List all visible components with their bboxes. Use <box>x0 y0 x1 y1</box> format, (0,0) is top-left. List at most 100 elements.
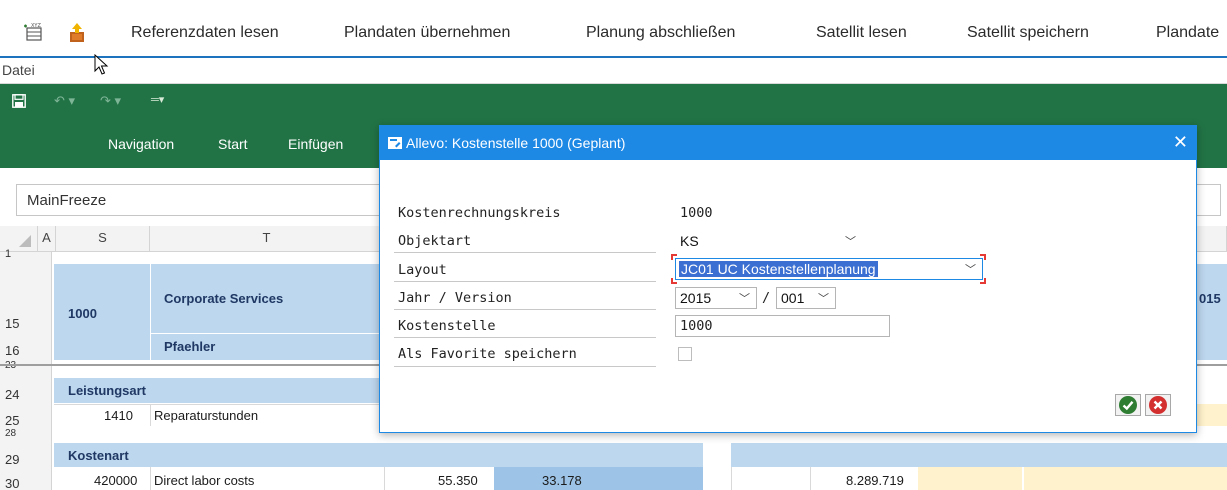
customize-qat-icon[interactable]: ═▾ <box>151 93 164 106</box>
cost-name: Direct labor costs <box>154 473 255 488</box>
header-code: 1000 <box>68 306 97 321</box>
gridline <box>54 404 384 405</box>
satellit-lesen-button[interactable]: Satellit lesen <box>816 24 907 42</box>
row-number[interactable]: 16 <box>0 343 52 358</box>
kostenrechnungskreis-label: Kostenrechnungskreis <box>398 205 561 221</box>
jahr-version-label: Jahr / Version <box>398 290 512 306</box>
header-year-fragment: 015 <box>1199 291 1221 306</box>
planung-abschliessen-button[interactable]: Planung abschließen <box>586 24 735 42</box>
label-underline <box>394 337 656 338</box>
column-header-hidden <box>1197 226 1227 252</box>
column-header-label: S <box>98 230 107 245</box>
cost-code: 420000 <box>94 473 138 488</box>
objektart-value: KS <box>680 233 699 249</box>
chevron-down-icon: ﹀ <box>739 293 750 305</box>
cost-value-blank-cell[interactable] <box>597 467 703 490</box>
mouse-cursor-icon <box>94 53 110 79</box>
activity-code: 1410 <box>104 408 133 423</box>
undo-icon[interactable]: ↶ ▾ <box>54 93 75 109</box>
row-number[interactable]: 24 <box>0 387 52 402</box>
version-value: 001 <box>781 290 805 306</box>
plandaten-truncated-button[interactable]: Plandate <box>1156 24 1219 42</box>
kostenstelle-input[interactable]: 1000 <box>675 315 890 337</box>
required-marker <box>980 254 986 260</box>
objektart-select[interactable]: KS ﹀ <box>675 230 863 252</box>
row-number[interactable]: 15 <box>0 316 52 331</box>
gridline <box>150 467 151 490</box>
cancel-icon <box>1149 396 1167 414</box>
column-gap <box>703 443 731 490</box>
required-marker <box>671 278 677 284</box>
ok-button[interactable] <box>1115 394 1141 416</box>
activity-name: Reparaturstunden <box>154 408 259 423</box>
chevron-down-icon: ﹀ <box>845 236 856 248</box>
dialog-window-icon <box>388 137 402 152</box>
close-icon[interactable]: ✕ <box>1173 131 1188 153</box>
column-header-label: T <box>262 230 271 245</box>
row-number[interactable]: 1 <box>0 248 52 260</box>
header-right-block <box>1197 264 1227 360</box>
save-icon[interactable] <box>12 94 26 111</box>
referenzdaten-lesen-button[interactable]: Referenzdaten lesen <box>131 24 279 42</box>
section-kostenart: Kostenart <box>68 448 129 463</box>
upload-icon[interactable] <box>66 22 88 47</box>
section-leistungsart: Leistungsart <box>68 383 147 398</box>
jahr-version-separator: / <box>762 290 771 306</box>
cost-value-1[interactable]: 55.350 <box>438 473 478 488</box>
cost-value-3[interactable]: 8.289.719 <box>846 473 904 488</box>
cost-value-2[interactable]: 33.178 <box>542 473 582 488</box>
row-number[interactable]: 29 <box>0 452 52 467</box>
dialog-titlebar[interactable]: Allevo: Kostenstelle 1000 (Geplant) ✕ <box>380 126 1196 160</box>
column-header-label: A <box>42 230 51 245</box>
section-kostenart-row <box>54 443 1227 467</box>
cost-input-cell-2[interactable] <box>1024 467 1227 490</box>
label-underline <box>394 366 656 367</box>
chevron-down-icon: ﹀ <box>965 264 976 276</box>
layout-value: JC01 UC Kostenstellenplanung <box>679 261 878 277</box>
svg-text:XYZ: XYZ <box>31 23 41 29</box>
tab-einfuegen[interactable]: Einfügen <box>288 136 343 152</box>
kostenstelle-input-value: 1000 <box>680 318 713 334</box>
layout-select[interactable]: JC01 UC Kostenstellenplanung ﹀ <box>675 258 983 280</box>
jahr-value: 2015 <box>680 290 712 306</box>
menu-bar: Datei <box>0 60 1227 84</box>
header-person: Pfaehler <box>164 339 216 354</box>
favorite-checkbox[interactable] <box>678 347 692 361</box>
gridline <box>731 467 732 490</box>
satellit-speichern-button[interactable]: Satellit speichern <box>967 24 1089 42</box>
row-number[interactable]: 30 <box>0 476 52 490</box>
gridline <box>810 467 811 490</box>
kostenrechnungskreis-value: 1000 <box>680 205 713 221</box>
activity-input-cell[interactable] <box>1197 404 1227 426</box>
sap-application-toolbar: XYZ Referenzdaten lesen Plandaten überne… <box>0 0 1227 58</box>
label-underline <box>394 281 656 282</box>
tab-navigation[interactable]: Navigation <box>108 136 174 152</box>
cancel-button[interactable] <box>1145 394 1171 416</box>
menu-datei[interactable]: Datei <box>2 62 35 78</box>
required-marker <box>980 278 986 284</box>
gridline <box>384 467 385 490</box>
column-header-s[interactable]: S <box>56 226 150 252</box>
row-number[interactable]: 28 <box>0 428 52 439</box>
required-marker <box>671 254 677 260</box>
chevron-down-icon: ﹀ <box>818 293 829 305</box>
plandaten-uebernehmen-button[interactable]: Plandaten übernehmen <box>344 24 510 42</box>
gridline <box>150 404 151 426</box>
favorite-label: Als Favorite speichern <box>398 346 577 362</box>
cost-input-cell-1[interactable] <box>918 467 1022 490</box>
kostenstelle-dialog: Allevo: Kostenstelle 1000 (Geplant) ✕ Ko… <box>379 125 1197 433</box>
layout-label: Layout <box>398 262 447 278</box>
jahr-select[interactable]: 2015 ﹀ <box>675 287 757 309</box>
version-select[interactable]: 001 ﹀ <box>776 287 836 309</box>
redo-icon[interactable]: ↷ ▾ <box>100 93 121 109</box>
label-underline <box>394 309 656 310</box>
objektart-label: Objektart <box>398 233 472 249</box>
row-number[interactable]: 25 <box>0 413 52 428</box>
name-box-value: MainFreeze <box>27 192 107 209</box>
ok-check-icon <box>1119 396 1137 414</box>
new-entry-icon[interactable]: XYZ <box>22 22 44 45</box>
dialog-title: Allevo: Kostenstelle 1000 (Geplant) <box>406 135 626 151</box>
tab-start[interactable]: Start <box>218 136 248 152</box>
column-header-t[interactable]: T <box>150 226 384 252</box>
label-underline <box>394 252 656 253</box>
